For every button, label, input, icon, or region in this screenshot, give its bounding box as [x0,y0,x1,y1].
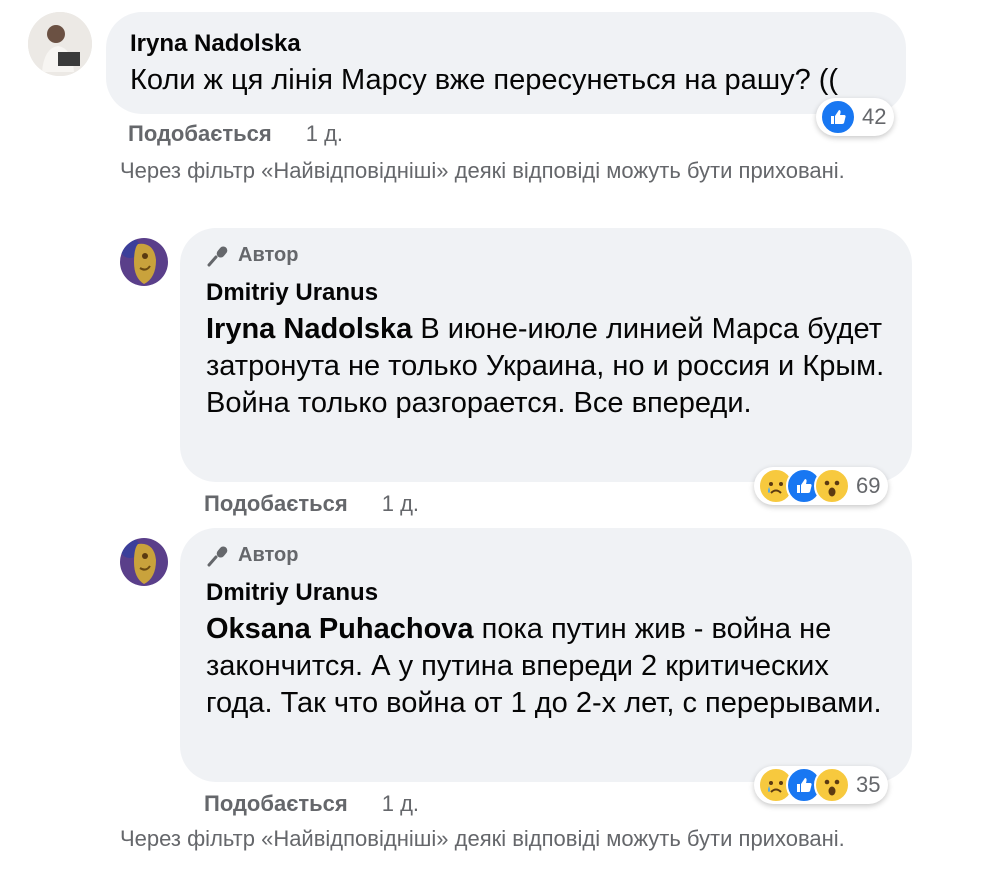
timestamp-1[interactable]: 1 д. [306,121,343,147]
avatar-photo-icon [28,12,92,76]
mention-2[interactable]: Oksana Puhachova [206,613,474,645]
author-badge-label-2: Автор [238,544,299,566]
author-badge-label-1: Автор [238,244,299,266]
like-button-3[interactable]: Подобається [204,791,348,817]
reaction-summary-1[interactable]: 42 [816,98,895,136]
like-button-1[interactable]: Подобається [128,121,272,147]
comment-actions-1: Подобається 1 д. [128,121,343,147]
like-reaction-icon [820,99,856,135]
wow-reaction-icon [814,767,850,803]
like-button-2[interactable]: Подобається [204,491,348,517]
timestamp-2[interactable]: 1 д. [382,491,419,517]
avatar-dmitriy-2[interactable] [120,538,168,586]
reply-text-1: Iryna Nadolska В июне-июле линией Марса … [206,311,896,422]
reaction-summary-2[interactable]: 69 [754,467,889,505]
reaction-count-3: 35 [856,772,881,797]
reply-actions-1: Подобається 1 д. [204,491,419,517]
reply-actions-2: Подобається 1 д. [204,791,419,817]
author-badge-2: Автор [206,544,298,567]
reaction-count-2: 69 [856,473,881,498]
comment-text-1: Коли ж ця лінія Марсу вже пересунеться н… [130,64,839,96]
microphone-icon [207,245,228,266]
avatar-dmitriy-1[interactable] [120,238,168,286]
mention-1[interactable]: Iryna Nadolska [206,313,412,345]
wow-reaction-icon [814,468,850,504]
reply-text-2: Oksana Puhachova пока путин жив - война … [206,611,896,722]
reaction-count-1: 42 [862,104,887,129]
hidden-replies-notice-2: Через фільтр «Найвідповідніші» деякі від… [120,826,845,851]
avatar-photo-icon [120,538,168,586]
timestamp-3[interactable]: 1 д. [382,791,419,817]
reply-author-2[interactable]: Dmitriy Uranus [206,579,378,607]
reply-author-1[interactable]: Dmitriy Uranus [206,279,378,307]
reaction-summary-3[interactable]: 35 [754,766,889,804]
hidden-replies-notice-1: Через фільтр «Найвідповідніші» деякі від… [120,158,845,183]
microphone-icon [207,545,228,566]
author-badge-1: Автор [206,244,298,267]
comment-author-1[interactable]: Iryna Nadolska [130,30,301,58]
avatar-iryna[interactable] [28,12,92,76]
avatar-photo-icon [120,238,168,286]
